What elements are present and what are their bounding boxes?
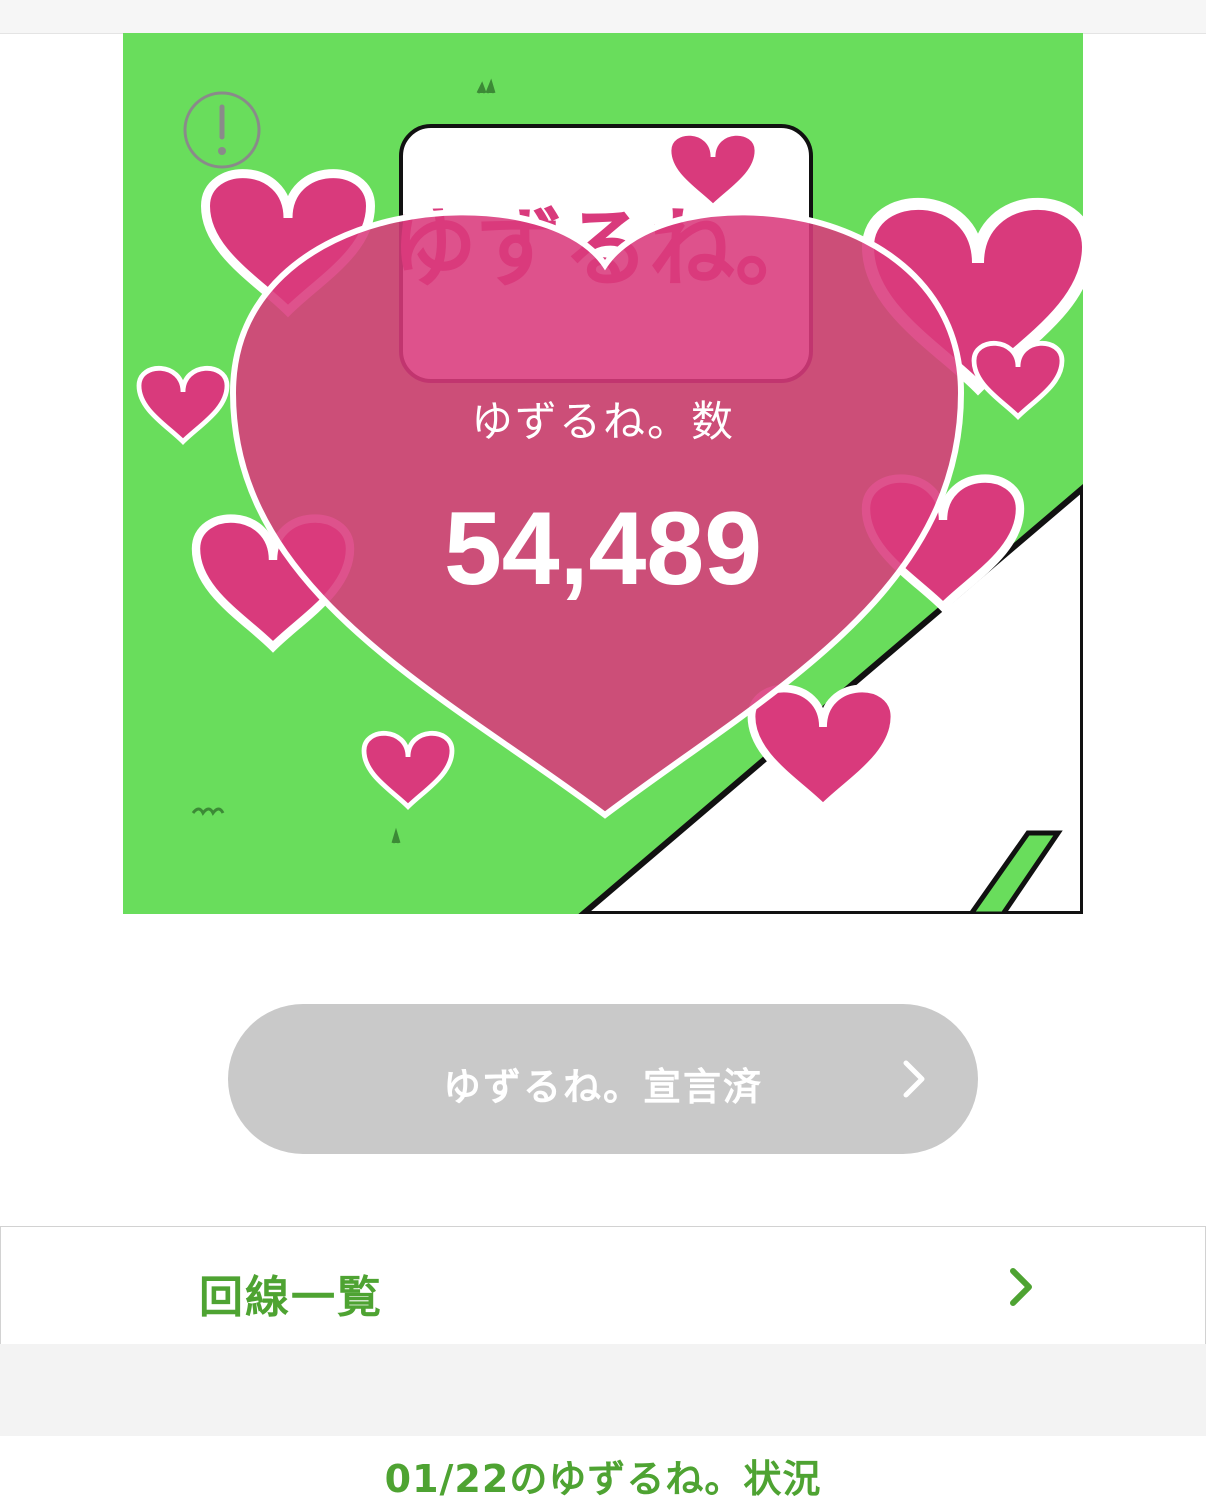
hero-illustration: ゆずるね。 bbox=[123, 33, 1083, 914]
chevron-right-icon bbox=[903, 1060, 925, 1098]
app-page: ゆずるね。 ゆずるね。数 54,489 ゆずるね。宣言済 回線一覧 01/22の… bbox=[0, 0, 1206, 1508]
lines-list-label: 回線一覧 bbox=[199, 1272, 383, 1323]
lines-list-row[interactable]: 回線一覧 bbox=[0, 1226, 1206, 1345]
declare-button[interactable]: ゆずるね。宣言済 bbox=[228, 1004, 978, 1154]
top-strip bbox=[0, 0, 1206, 34]
status-section-title: 01/22のゆずるね。状況 bbox=[384, 1457, 822, 1501]
counter-label: ゆずるね。数 bbox=[470, 397, 735, 446]
chevron-right-icon bbox=[1010, 1268, 1032, 1306]
declare-button-label: ゆずるね。宣言済 bbox=[442, 1065, 763, 1109]
section-divider bbox=[0, 1344, 1206, 1436]
counter-value: 54,489 bbox=[443, 491, 763, 607]
